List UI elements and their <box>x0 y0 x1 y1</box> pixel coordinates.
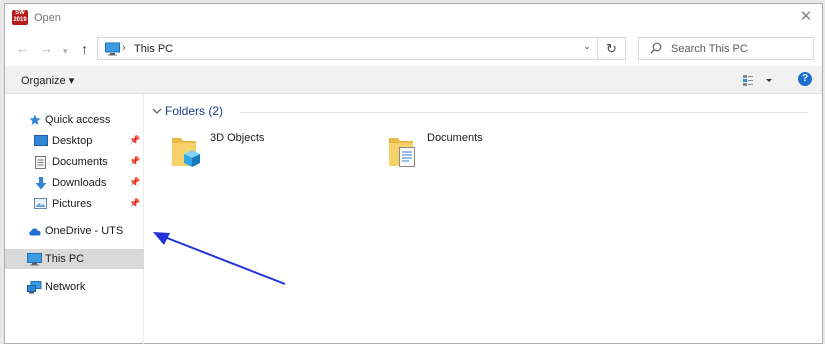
documents-icon <box>35 156 46 169</box>
documents-folder-icon <box>389 138 415 167</box>
sidebar-item-downloads[interactable]: Downloads 📌 <box>5 173 144 193</box>
sidebar-item-label: Network <box>45 281 86 293</box>
address-bar[interactable]: › This PC ⌄ <box>97 37 598 60</box>
address-dropdown-icon[interactable]: ⌄ <box>580 41 594 52</box>
star-icon <box>29 114 41 125</box>
folder-name: 3D Objects <box>210 132 265 144</box>
sidebar-item-label: This PC <box>45 253 85 265</box>
sidebar-item-label: Quick access <box>45 114 111 126</box>
navigation-bar: ← → ▾ ↑ › This PC ⌄ ↻ <box>5 34 822 64</box>
group-divider <box>240 112 808 113</box>
pin-icon[interactable]: 📌 <box>129 198 140 209</box>
pictures-icon <box>34 198 47 209</box>
collapse-chevron-icon[interactable] <box>152 108 162 115</box>
search-icon <box>650 42 662 54</box>
computer-icon <box>27 253 42 266</box>
forward-arrow-icon[interactable]: → <box>40 42 53 56</box>
pin-icon[interactable]: 📌 <box>129 135 140 146</box>
breadcrumb-chevron-icon[interactable]: › <box>122 42 126 54</box>
sidebar-item-onedrive[interactable]: OneDrive - UTS <box>5 221 144 241</box>
breadcrumb-this-pc[interactable]: This PC <box>134 43 173 55</box>
folder-3d-objects[interactable]: 3D Objects <box>170 132 264 171</box>
title-bar: SW 2019 Open ✕ <box>5 4 822 32</box>
download-icon <box>35 177 47 190</box>
desktop-icon <box>34 135 48 146</box>
refresh-button[interactable]: ↻ <box>598 37 626 60</box>
organize-button[interactable]: Organize ▾ <box>21 74 74 87</box>
sidebar-item-network[interactable]: Network <box>5 277 144 297</box>
up-arrow-icon[interactable]: ↑ <box>81 42 88 56</box>
refresh-icon: ↻ <box>606 41 617 56</box>
close-icon[interactable]: ✕ <box>798 8 814 26</box>
search-box[interactable] <box>638 37 814 60</box>
sidebar-item-this-pc[interactable]: This PC <box>5 249 144 269</box>
3d-objects-folder-icon <box>172 138 200 167</box>
sidebar-item-desktop[interactable]: Desktop 📌 <box>5 131 144 151</box>
network-icon <box>27 281 42 294</box>
sidebar-item-label: Pictures <box>52 198 92 210</box>
computer-icon <box>105 42 120 56</box>
cloud-icon <box>29 228 41 236</box>
change-view-icon[interactable] <box>742 73 774 87</box>
sidebar-item-label: Documents <box>52 156 108 168</box>
sidebar-item-label: Downloads <box>52 177 107 189</box>
folder-name: Documents <box>427 132 483 144</box>
window-title: Open <box>34 12 61 24</box>
solidworks-app-icon: SW 2019 <box>12 10 28 25</box>
sidebar-item-pictures[interactable]: Pictures 📌 <box>5 194 144 214</box>
group-header-folders[interactable]: Folders (2) <box>165 104 223 118</box>
recent-locations-chevron-icon[interactable]: ▾ <box>63 44 68 58</box>
command-bar: Organize ▾ ? <box>5 66 822 94</box>
folder-documents[interactable]: Documents <box>387 132 483 171</box>
pin-icon[interactable]: 📌 <box>129 156 140 167</box>
sidebar-item-quick-access[interactable]: Quick access <box>5 110 144 130</box>
open-dialog: SW 2019 Open ✕ ← → ▾ ↑ › This PC ⌄ ↻ Sea… <box>4 3 823 344</box>
navigation-pane: Quick access Desktop 📌 Documents 📌 Downl… <box>5 94 144 344</box>
sidebar-item-label: Desktop <box>52 135 93 147</box>
file-list: Folders (2) 3D Objects Documents <box>144 94 822 344</box>
pin-icon[interactable]: 📌 <box>129 177 140 188</box>
sidebar-item-documents[interactable]: Documents 📌 <box>5 152 144 172</box>
back-arrow-icon[interactable]: ← <box>16 42 29 56</box>
sidebar-item-label: OneDrive - UTS <box>45 225 124 237</box>
search-input[interactable] <box>671 41 807 56</box>
help-icon[interactable]: ? <box>798 72 812 86</box>
